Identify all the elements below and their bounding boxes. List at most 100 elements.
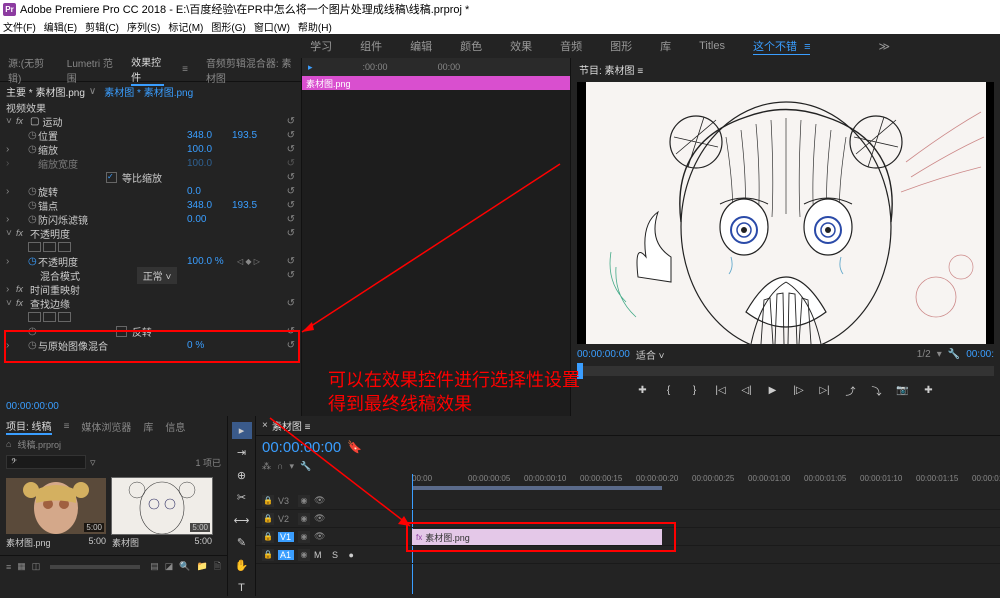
track-header-v3[interactable]: 🔒V3◉👁 bbox=[256, 492, 412, 510]
stopwatch-icon[interactable]: ◷ bbox=[28, 130, 38, 141]
track-header-v2[interactable]: 🔒V2◉👁 bbox=[256, 510, 412, 528]
menu-marker[interactable]: 标记(M) bbox=[168, 19, 203, 34]
uniform-scale-checkbox[interactable] bbox=[106, 172, 117, 183]
caret-icon[interactable]: › bbox=[6, 256, 16, 267]
export-frame-icon[interactable]: 📷 bbox=[894, 381, 912, 399]
stopwatch-icon[interactable]: ◷ bbox=[28, 186, 38, 197]
reset-icon[interactable]: ↺ bbox=[277, 228, 301, 239]
caret-icon[interactable]: ˅ bbox=[6, 116, 16, 127]
automate-icon[interactable]: ◪ bbox=[165, 561, 174, 572]
eye-icon[interactable]: 👁 bbox=[314, 531, 325, 542]
timeline-clip[interactable]: fx素材图.png bbox=[412, 529, 662, 545]
toggle-output-icon[interactable]: ◉ bbox=[298, 549, 310, 561]
track-lane-v2[interactable] bbox=[412, 510, 1000, 528]
reset-icon[interactable]: ↺ bbox=[277, 298, 301, 309]
stopwatch-icon[interactable]: ◷ bbox=[28, 326, 38, 337]
tab-lumetri[interactable]: Lumetri 范围 bbox=[67, 55, 113, 85]
extract-icon[interactable]: ⤵ bbox=[868, 381, 886, 399]
reset-icon[interactable]: ↺ bbox=[277, 270, 301, 281]
mask-ellipse-icon[interactable] bbox=[28, 312, 41, 322]
track-lane-v3[interactable] bbox=[412, 492, 1000, 510]
tab-custom-active[interactable]: 这个不错 ≡ bbox=[753, 38, 810, 55]
menu-edit[interactable]: 编辑(E) bbox=[44, 19, 77, 34]
slip-tool[interactable]: ⟷ bbox=[232, 512, 252, 529]
project-item[interactable]: 5:00 素材图.png5:00 bbox=[6, 478, 106, 549]
toggle-output-icon[interactable]: ◉ bbox=[298, 513, 310, 525]
new-bin-icon[interactable]: 📁 bbox=[197, 561, 208, 572]
stopwatch-icon[interactable]: ◷ bbox=[28, 214, 38, 225]
mask-rect-icon[interactable] bbox=[43, 312, 56, 322]
breadcrumb-clip[interactable]: 素材图 * 素材图.png bbox=[104, 84, 193, 99]
tab-libraries[interactable]: 库 bbox=[660, 38, 671, 54]
goto-in-icon[interactable]: |◁ bbox=[712, 381, 730, 399]
list-view-icon[interactable]: ≡ bbox=[6, 562, 11, 572]
sort-icon[interactable]: ▤ bbox=[150, 561, 159, 572]
freeform-icon[interactable]: ◫ bbox=[32, 561, 41, 572]
lock-icon[interactable]: 🔒 bbox=[262, 531, 274, 543]
snap-icon[interactable]: ⁂ bbox=[262, 461, 271, 472]
zoom-slider[interactable] bbox=[50, 565, 140, 569]
hamburger-icon[interactable]: ≡ bbox=[64, 421, 70, 432]
tab-source[interactable]: 源:(无剪辑) bbox=[8, 55, 49, 85]
reset-icon[interactable]: ↺ bbox=[277, 130, 301, 141]
fit-dropdown[interactable]: 适合 ˅ bbox=[636, 347, 665, 362]
mask-pen-icon[interactable] bbox=[58, 312, 71, 322]
stopwatch-icon[interactable]: ◷ bbox=[28, 144, 38, 155]
step-fwd-icon[interactable]: |▷ bbox=[790, 381, 808, 399]
menu-sequence[interactable]: 序列(S) bbox=[127, 19, 160, 34]
timeline-ruler[interactable]: 00:00 00:00:00:05 00:00:00:10 00:00:00:1… bbox=[412, 474, 1000, 492]
tab-audio-mixer[interactable]: 音频剪辑混合器: 素材图 bbox=[206, 55, 293, 85]
icon-view-icon[interactable]: ▦ bbox=[17, 561, 26, 572]
mask-rect-icon[interactable] bbox=[43, 242, 56, 252]
reset-icon[interactable]: ↺ bbox=[277, 186, 301, 197]
selection-tool[interactable]: ▸ bbox=[232, 422, 252, 439]
mask-ellipse-icon[interactable] bbox=[28, 242, 41, 252]
lock-icon[interactable]: 🔒 bbox=[262, 495, 274, 507]
wrench-icon[interactable]: 🔧 bbox=[948, 349, 960, 360]
linked-selection-icon[interactable]: ∩ bbox=[277, 461, 283, 471]
tab-program[interactable]: 节目: 素材图 ≡ bbox=[579, 62, 643, 77]
project-item[interactable]: 5:00 素材图5:00 bbox=[112, 478, 212, 549]
reset-icon[interactable]: ↺ bbox=[277, 256, 301, 267]
reset-icon[interactable]: ↺ bbox=[277, 144, 301, 155]
caret-icon[interactable]: › bbox=[6, 144, 16, 155]
search-input[interactable] bbox=[6, 455, 86, 469]
mark-out-icon[interactable]: } bbox=[686, 381, 704, 399]
tab-editing[interactable]: 编辑 bbox=[410, 38, 432, 54]
add-marker-icon[interactable]: ✚ bbox=[634, 381, 652, 399]
reset-icon[interactable]: ↺ bbox=[277, 172, 301, 183]
settings-icon[interactable]: 🔧 bbox=[300, 461, 311, 472]
lift-icon[interactable]: ⤴ bbox=[842, 381, 860, 399]
invert-checkbox[interactable] bbox=[116, 326, 127, 337]
lock-icon[interactable]: 🔒 bbox=[262, 513, 274, 525]
program-timecode[interactable]: 00:00:00:00 bbox=[577, 349, 630, 360]
tab-effect-controls[interactable]: 效果控件 bbox=[131, 54, 164, 86]
goto-out-icon[interactable]: ▷| bbox=[816, 381, 834, 399]
toggle-output-icon[interactable]: ◉ bbox=[298, 531, 310, 543]
tab-learning[interactable]: 学习 bbox=[310, 38, 332, 54]
menu-help[interactable]: 帮助(H) bbox=[298, 19, 332, 34]
opacity-header[interactable]: 不透明度 bbox=[30, 226, 277, 241]
timeline-timecode[interactable]: 00:00:00:00 bbox=[262, 439, 341, 456]
home-icon[interactable]: ⌂ bbox=[6, 439, 11, 449]
tab-titles[interactable]: Titles bbox=[699, 40, 725, 52]
anchor-x[interactable]: 348.0 bbox=[187, 200, 232, 211]
position-x[interactable]: 348.0 bbox=[187, 130, 232, 141]
mute-button[interactable]: M bbox=[314, 550, 322, 560]
record-button[interactable]: ● bbox=[349, 550, 354, 560]
toggle-output-icon[interactable]: ◉ bbox=[298, 495, 310, 507]
mask-pen-icon[interactable] bbox=[58, 242, 71, 252]
track-header-v1[interactable]: 🔒V1◉👁 bbox=[256, 528, 412, 546]
program-scrubber[interactable] bbox=[577, 366, 994, 376]
stopwatch-icon[interactable]: ◷ bbox=[28, 200, 38, 211]
hand-tool[interactable]: ✋ bbox=[232, 557, 252, 574]
blend-original-value[interactable]: 0 % bbox=[187, 340, 232, 351]
caret-icon[interactable]: › bbox=[6, 214, 16, 225]
scale-value[interactable]: 100.0 bbox=[187, 144, 232, 155]
lock-icon[interactable]: 🔒 bbox=[262, 549, 274, 561]
tab-info[interactable]: 信息 bbox=[165, 419, 185, 434]
tab-project[interactable]: 项目: 线稿 bbox=[6, 418, 52, 435]
marker-icon[interactable]: ▾ bbox=[289, 461, 294, 472]
step-back-icon[interactable]: ◁| bbox=[738, 381, 756, 399]
menu-window[interactable]: 窗口(W) bbox=[254, 19, 290, 34]
